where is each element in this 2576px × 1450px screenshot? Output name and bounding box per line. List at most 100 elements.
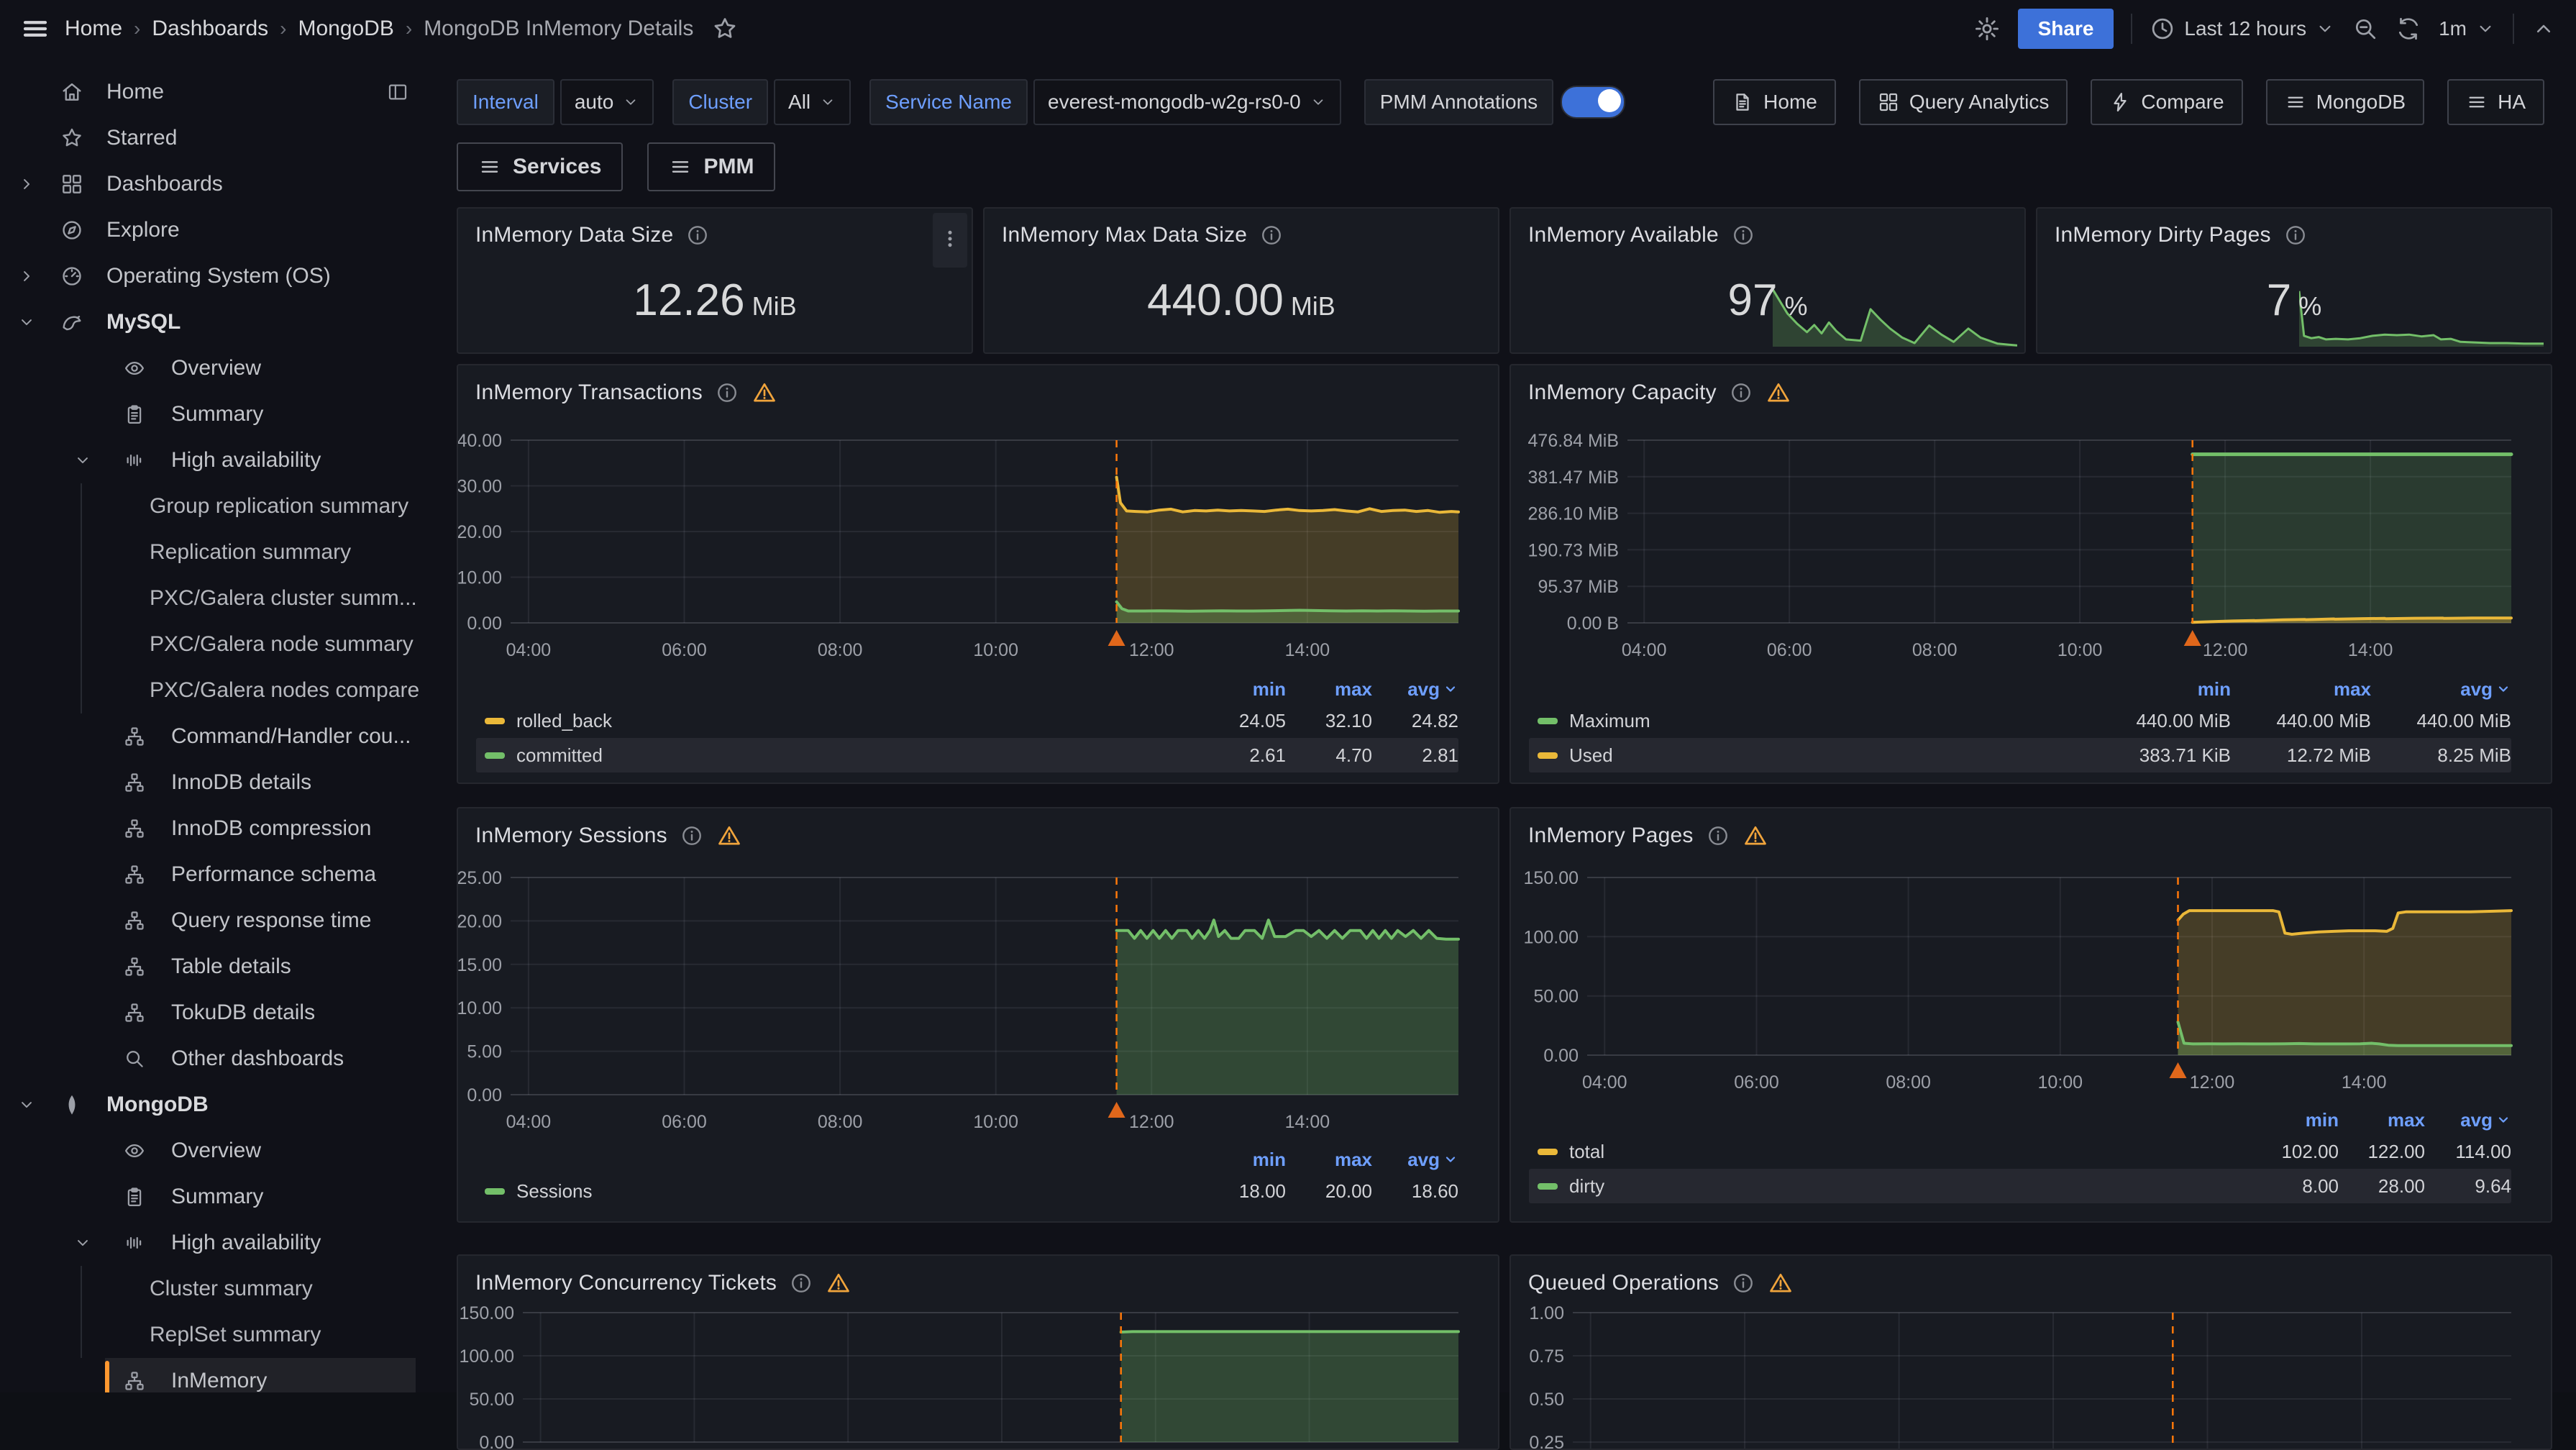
sidebar-item-operating-system-os[interactable]: Operating System (OS) <box>0 253 431 299</box>
refresh-interval-picker[interactable]: 1m <box>2439 17 2495 40</box>
breadcrumb-home[interactable]: Home <box>65 17 122 41</box>
panel-title[interactable]: InMemory Available <box>1528 223 1719 247</box>
pmm-button[interactable]: PMM <box>647 142 775 191</box>
panel-title[interactable]: InMemory Concurrency Tickets <box>475 1271 777 1295</box>
sidebar-item-cluster-summary[interactable]: Cluster summary <box>0 1266 431 1312</box>
sidebar-item-summary[interactable]: Summary <box>0 391 431 437</box>
panel-title[interactable]: InMemory Capacity <box>1528 380 1717 405</box>
legend-series-name[interactable]: Used <box>1569 744 2091 767</box>
legend-sort-min[interactable]: min <box>2252 1109 2339 1131</box>
legend-series-name[interactable]: Maximum <box>1569 710 2091 732</box>
sidebar-item-pxc-galera-cluster-summ[interactable]: PXC/Galera cluster summ... <box>0 575 431 621</box>
sidebar-item-innodb-details[interactable]: InnoDB details <box>0 760 431 806</box>
variable-value-cluster[interactable]: All <box>774 79 851 125</box>
pmm-annotations-toggle[interactable] <box>1561 86 1625 119</box>
sidebar-item-explore[interactable]: Explore <box>0 207 431 253</box>
info-icon[interactable] <box>1732 224 1755 247</box>
sidebar-item-overview[interactable]: Overview <box>0 345 431 391</box>
sidebar-item-other-dashboards[interactable]: Other dashboards <box>0 1036 431 1082</box>
sidebar-item-command-handler-cou[interactable]: Command/Handler cou... <box>0 713 431 760</box>
sidebar-item-summary[interactable]: Summary <box>0 1174 431 1220</box>
info-icon[interactable] <box>1730 381 1753 404</box>
link-compare-button[interactable]: Compare <box>2091 79 2242 125</box>
sidebar-item-replication-summary[interactable]: Replication summary <box>0 529 431 575</box>
info-icon[interactable] <box>2284 224 2307 247</box>
share-button[interactable]: Share <box>2018 9 2114 49</box>
legend-sort-max[interactable]: max <box>2231 678 2371 701</box>
sidebar-item-replset-summary[interactable]: ReplSet summary <box>0 1312 431 1358</box>
legend-series-name[interactable]: Sessions <box>516 1180 1200 1203</box>
info-icon[interactable] <box>686 224 709 247</box>
panel-title[interactable]: InMemory Sessions <box>475 824 667 848</box>
time-range-picker[interactable]: Last 12 hours <box>2150 16 2335 42</box>
sidebar-item-query-response-time[interactable]: Query response time <box>0 898 431 944</box>
link-mongodb-button[interactable]: MongoDB <box>2266 79 2425 125</box>
panel-inmemory-max-data-size: InMemory Max Data Size 440.00MiB <box>983 207 1499 354</box>
sidebar-item-performance-schema[interactable]: Performance schema <box>0 852 431 898</box>
sidebar-item-high-availability[interactable]: High availability <box>0 437 431 483</box>
legend-sort-min[interactable]: min <box>1200 1149 1286 1171</box>
legend-series-name[interactable]: committed <box>516 744 1200 767</box>
warning-icon[interactable] <box>1768 1270 1794 1296</box>
warning-icon[interactable] <box>826 1270 851 1296</box>
favorite-star-icon[interactable] <box>712 16 738 42</box>
legend-series-name[interactable]: total <box>1569 1141 2252 1163</box>
sidebar-item-starred[interactable]: Starred <box>0 115 431 161</box>
sidebar-item-home[interactable]: Home <box>0 69 431 115</box>
legend-sort-min[interactable]: min <box>1200 678 1286 701</box>
panel-title[interactable]: Queued Operations <box>1528 1271 1719 1295</box>
link-ha-button[interactable]: HA <box>2447 79 2544 125</box>
info-icon[interactable] <box>1260 224 1283 247</box>
sidebar-item-group-replication-summary[interactable]: Group replication summary <box>0 483 431 529</box>
legend-sort-max[interactable]: max <box>1286 1149 1372 1171</box>
refresh-icon[interactable] <box>2395 16 2421 42</box>
variable-value-interval[interactable]: auto <box>560 79 654 125</box>
warning-icon[interactable] <box>1766 380 1791 406</box>
legend-sort-min[interactable]: min <box>2091 678 2231 701</box>
link-query-analytics-button[interactable]: Query Analytics <box>1859 79 2068 125</box>
sidebar-item-overview[interactable]: Overview <box>0 1128 431 1174</box>
legend-sort-max[interactable]: max <box>1286 678 1372 701</box>
variable-value-service-name[interactable]: everest-mongodb-w2g-rs0-0 <box>1033 79 1341 125</box>
info-icon[interactable] <box>1732 1272 1755 1295</box>
zoom-out-icon[interactable] <box>2352 16 2378 42</box>
legend-sort-avg[interactable]: avg <box>1372 678 1458 701</box>
panel-menu[interactable] <box>933 213 967 268</box>
collapse-chevron-up-icon[interactable] <box>2531 17 2556 41</box>
sidebar-item-pxc-galera-node-summary[interactable]: PXC/Galera node summary <box>0 621 431 667</box>
legend-sort-avg[interactable]: avg <box>2425 1109 2511 1131</box>
info-icon[interactable] <box>716 381 739 404</box>
legend-series-name[interactable]: dirty <box>1569 1175 2252 1198</box>
link-home-button[interactable]: Home <box>1713 79 1836 125</box>
info-icon[interactable] <box>790 1272 813 1295</box>
legend-sort-max[interactable]: max <box>2339 1109 2425 1131</box>
breadcrumb-dashboards[interactable]: Dashboards <box>152 17 268 41</box>
settings-gear-icon[interactable] <box>1973 15 2001 42</box>
sidebar-item-inmemory[interactable]: InMemory <box>0 1358 431 1392</box>
panel-collapse-icon[interactable] <box>387 81 408 103</box>
panel-title[interactable]: InMemory Pages <box>1528 824 1694 848</box>
panel-title[interactable]: InMemory Max Data Size <box>1002 223 1247 247</box>
info-icon[interactable] <box>1707 824 1730 847</box>
sidebar-item-innodb-compression[interactable]: InnoDB compression <box>0 806 431 852</box>
sidebar-item-mysql[interactable]: MySQL <box>0 299 431 345</box>
warning-icon[interactable] <box>1743 823 1768 849</box>
services-button[interactable]: Services <box>457 142 623 191</box>
warning-icon[interactable] <box>752 380 777 406</box>
sidebar-item-pxc-galera-nodes-compare[interactable]: PXC/Galera nodes compare <box>0 667 431 713</box>
warning-icon[interactable] <box>716 823 742 849</box>
sidebar-item-high-availability[interactable]: High availability <box>0 1220 431 1266</box>
panel-title[interactable]: InMemory Dirty Pages <box>2055 223 2271 247</box>
sidebar-item-mongodb[interactable]: MongoDB <box>0 1082 431 1128</box>
panel-title[interactable]: InMemory Data Size <box>475 223 673 247</box>
info-icon[interactable] <box>680 824 703 847</box>
panel-title[interactable]: InMemory Transactions <box>475 380 703 405</box>
breadcrumb-mongodb[interactable]: MongoDB <box>298 17 393 41</box>
hamburger-menu-icon[interactable] <box>20 14 50 44</box>
legend-sort-avg[interactable]: avg <box>2371 678 2511 701</box>
legend-series-name[interactable]: rolled_back <box>516 710 1200 732</box>
sidebar-item-table-details[interactable]: Table details <box>0 944 431 990</box>
legend-sort-avg[interactable]: avg <box>1372 1149 1458 1171</box>
sidebar-item-dashboards[interactable]: Dashboards <box>0 161 431 207</box>
sidebar-item-tokudb-details[interactable]: TokuDB details <box>0 990 431 1036</box>
